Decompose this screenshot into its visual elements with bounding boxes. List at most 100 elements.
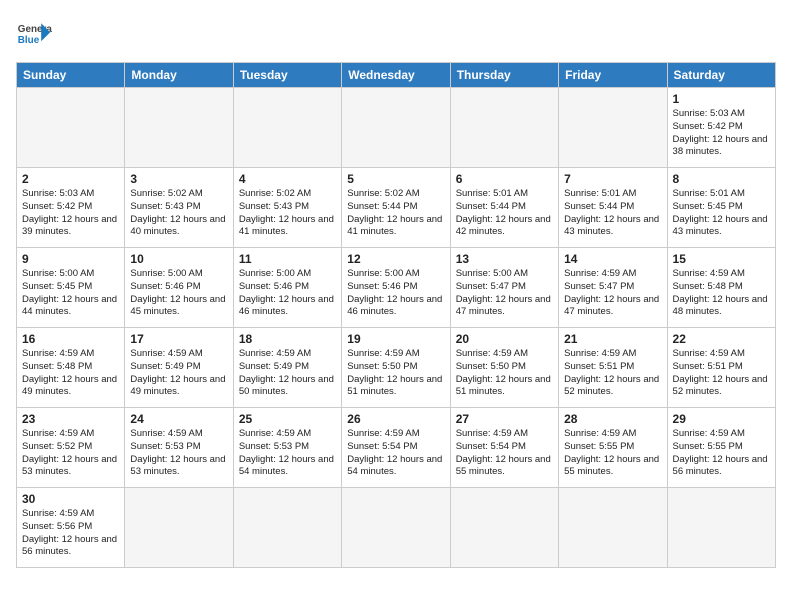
- calendar-cell: 20 Sunrise: 4:59 AM Sunset: 5:50 PM Dayli…: [450, 328, 558, 408]
- calendar-cell: 13Sunrise: 5:00 AM Sunset: 5:47 PM Dayli…: [450, 248, 558, 328]
- day-info: Sunrise: 4:59 AM Sunset: 5:53 PM Dayligh…: [239, 428, 336, 479]
- day-number: 25: [239, 412, 336, 426]
- calendar-week-5: 23 Sunrise: 4:59 AM Sunset: 5:52 PM Dayli…: [17, 408, 776, 488]
- day-info: Sunrise: 4:59 AM Sunset: 5:49 PM Dayligh…: [239, 348, 336, 399]
- day-number: 23: [22, 412, 119, 426]
- calendar-cell: 6 Sunrise: 5:01 AM Sunset: 5:44 PM Daylig…: [450, 168, 558, 248]
- calendar-cell: 27Sunrise: 4:59 AM Sunset: 5:54 PM Dayli…: [450, 408, 558, 488]
- calendar-cell: 9Sunrise: 5:00 AM Sunset: 5:45 PM Daylig…: [17, 248, 125, 328]
- calendar-cell: 1 Sunrise: 5:03 AM Sunset: 5:42 PM Daylig…: [667, 88, 775, 168]
- day-number: 1: [673, 92, 770, 106]
- calendar-cell: 4Sunrise: 5:02 AM Sunset: 5:43 PM Daylig…: [233, 168, 341, 248]
- day-number: 20: [456, 332, 553, 346]
- day-info: Sunrise: 5:00 AM Sunset: 5:46 PM Dayligh…: [347, 268, 444, 319]
- day-number: 2: [22, 172, 119, 186]
- day-info: Sunrise: 4:59 AM Sunset: 5:50 PM Dayligh…: [456, 348, 553, 399]
- weekday-header-tuesday: Tuesday: [233, 63, 341, 88]
- calendar-cell: 25 Sunrise: 4:59 AM Sunset: 5:53 PM Dayli…: [233, 408, 341, 488]
- calendar-cell: 24 Sunrise: 4:59 AM Sunset: 5:53 PM Dayli…: [125, 408, 233, 488]
- day-number: 3: [130, 172, 227, 186]
- day-number: 17: [130, 332, 227, 346]
- calendar-cell: [559, 488, 667, 568]
- day-number: 15: [673, 252, 770, 266]
- calendar-week-3: 9Sunrise: 5:00 AM Sunset: 5:45 PM Daylig…: [17, 248, 776, 328]
- day-number: 28: [564, 412, 661, 426]
- calendar-cell: 16 Sunrise: 4:59 AM Sunset: 5:48 PM Dayli…: [17, 328, 125, 408]
- day-info: Sunrise: 4:59 AM Sunset: 5:54 PM Dayligh…: [347, 428, 444, 479]
- day-info: Sunrise: 4:59 AM Sunset: 5:51 PM Dayligh…: [673, 348, 770, 399]
- day-info: Sunrise: 5:02 AM Sunset: 5:44 PM Dayligh…: [347, 188, 444, 239]
- calendar-cell: [125, 488, 233, 568]
- calendar-cell: [450, 488, 558, 568]
- day-number: 16: [22, 332, 119, 346]
- day-number: 7: [564, 172, 661, 186]
- day-info: Sunrise: 4:59 AM Sunset: 5:52 PM Dayligh…: [22, 428, 119, 479]
- calendar-cell: [125, 88, 233, 168]
- calendar-cell: [559, 88, 667, 168]
- day-info: Sunrise: 4:59 AM Sunset: 5:55 PM Dayligh…: [564, 428, 661, 479]
- day-info: Sunrise: 5:03 AM Sunset: 5:42 PM Dayligh…: [22, 188, 119, 239]
- calendar-cell: 3 Sunrise: 5:02 AM Sunset: 5:43 PM Daylig…: [125, 168, 233, 248]
- logo: General Blue: [16, 16, 52, 52]
- calendar-cell: 26 Sunrise: 4:59 AM Sunset: 5:54 PM Dayli…: [342, 408, 450, 488]
- day-info: Sunrise: 5:03 AM Sunset: 5:42 PM Dayligh…: [673, 108, 770, 159]
- day-number: 19: [347, 332, 444, 346]
- day-number: 21: [564, 332, 661, 346]
- day-info: Sunrise: 4:59 AM Sunset: 5:48 PM Dayligh…: [22, 348, 119, 399]
- calendar-cell: 17 Sunrise: 4:59 AM Sunset: 5:49 PM Dayli…: [125, 328, 233, 408]
- day-number: 29: [673, 412, 770, 426]
- day-info: Sunrise: 5:02 AM Sunset: 5:43 PM Dayligh…: [130, 188, 227, 239]
- day-info: Sunrise: 5:01 AM Sunset: 5:44 PM Dayligh…: [564, 188, 661, 239]
- calendar-cell: 12Sunrise: 5:00 AM Sunset: 5:46 PM Dayli…: [342, 248, 450, 328]
- calendar-cell: 11Sunrise: 5:00 AM Sunset: 5:46 PM Dayli…: [233, 248, 341, 328]
- calendar-cell: [342, 88, 450, 168]
- weekday-header-wednesday: Wednesday: [342, 63, 450, 88]
- weekday-header-thursday: Thursday: [450, 63, 558, 88]
- day-info: Sunrise: 4:59 AM Sunset: 5:48 PM Dayligh…: [673, 268, 770, 319]
- weekday-header-sunday: Sunday: [17, 63, 125, 88]
- day-info: Sunrise: 5:01 AM Sunset: 5:44 PM Dayligh…: [456, 188, 553, 239]
- calendar-cell: [450, 88, 558, 168]
- calendar-cell: 30Sunrise: 4:59 AM Sunset: 5:56 PM Dayli…: [17, 488, 125, 568]
- calendar-cell: 29Sunrise: 4:59 AM Sunset: 5:55 PM Dayli…: [667, 408, 775, 488]
- day-number: 14: [564, 252, 661, 266]
- weekday-header-friday: Friday: [559, 63, 667, 88]
- calendar-cell: 10Sunrise: 5:00 AM Sunset: 5:46 PM Dayli…: [125, 248, 233, 328]
- day-number: 24: [130, 412, 227, 426]
- day-number: 5: [347, 172, 444, 186]
- day-number: 4: [239, 172, 336, 186]
- weekday-header-monday: Monday: [125, 63, 233, 88]
- calendar-cell: 22 Sunrise: 4:59 AM Sunset: 5:51 PM Dayli…: [667, 328, 775, 408]
- calendar-cell: 8 Sunrise: 5:01 AM Sunset: 5:45 PM Daylig…: [667, 168, 775, 248]
- calendar-cell: 28 Sunrise: 4:59 AM Sunset: 5:55 PM Dayli…: [559, 408, 667, 488]
- day-number: 26: [347, 412, 444, 426]
- calendar-cell: 19 Sunrise: 4:59 AM Sunset: 5:50 PM Dayli…: [342, 328, 450, 408]
- calendar-cell: 21Sunrise: 4:59 AM Sunset: 5:51 PM Dayli…: [559, 328, 667, 408]
- day-number: 30: [22, 492, 119, 506]
- calendar-cell: [667, 488, 775, 568]
- day-number: 22: [673, 332, 770, 346]
- day-info: Sunrise: 5:01 AM Sunset: 5:45 PM Dayligh…: [673, 188, 770, 239]
- calendar-cell: 18 Sunrise: 4:59 AM Sunset: 5:49 PM Dayli…: [233, 328, 341, 408]
- day-number: 13: [456, 252, 553, 266]
- calendar-cell: [233, 488, 341, 568]
- calendar-cell: [233, 88, 341, 168]
- calendar-cell: 15 Sunrise: 4:59 AM Sunset: 5:48 PM Dayli…: [667, 248, 775, 328]
- calendar-cell: 5 Sunrise: 5:02 AM Sunset: 5:44 PM Daylig…: [342, 168, 450, 248]
- day-number: 8: [673, 172, 770, 186]
- day-number: 6: [456, 172, 553, 186]
- calendar-cell: 14 Sunrise: 4:59 AM Sunset: 5:47 PM Dayli…: [559, 248, 667, 328]
- day-number: 9: [22, 252, 119, 266]
- day-number: 10: [130, 252, 227, 266]
- day-info: Sunrise: 4:59 AM Sunset: 5:49 PM Dayligh…: [130, 348, 227, 399]
- calendar-cell: 23 Sunrise: 4:59 AM Sunset: 5:52 PM Dayli…: [17, 408, 125, 488]
- calendar-week-6: 30Sunrise: 4:59 AM Sunset: 5:56 PM Dayli…: [17, 488, 776, 568]
- day-number: 18: [239, 332, 336, 346]
- day-info: Sunrise: 4:59 AM Sunset: 5:53 PM Dayligh…: [130, 428, 227, 479]
- calendar-cell: 2 Sunrise: 5:03 AM Sunset: 5:42 PM Daylig…: [17, 168, 125, 248]
- svg-text:Blue: Blue: [18, 35, 40, 46]
- day-info: Sunrise: 4:59 AM Sunset: 5:47 PM Dayligh…: [564, 268, 661, 319]
- calendar-cell: [17, 88, 125, 168]
- day-info: Sunrise: 4:59 AM Sunset: 5:50 PM Dayligh…: [347, 348, 444, 399]
- logo-icon: General Blue: [16, 16, 52, 52]
